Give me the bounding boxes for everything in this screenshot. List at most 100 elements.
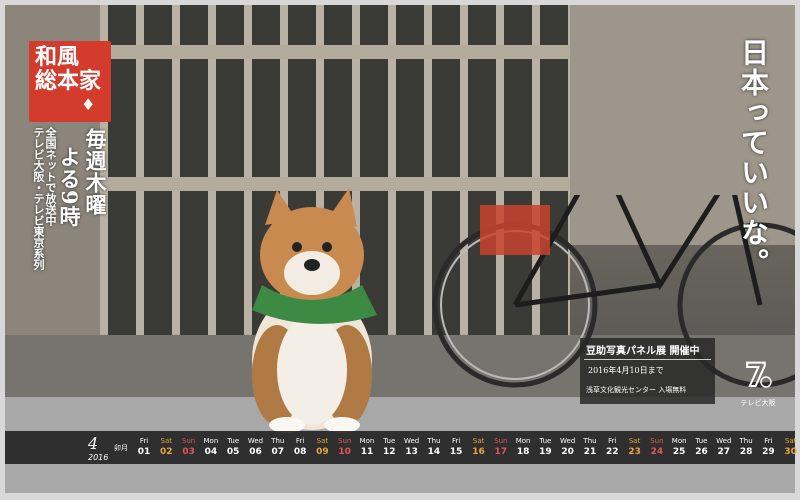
calendar-month-name: 卯月 [114, 444, 128, 452]
calendar-weekday: Sat [628, 437, 641, 445]
calendar-date: 30 [784, 447, 797, 457]
calendar-date: 24 [650, 447, 664, 457]
calendar-weekday: Thu [271, 437, 285, 445]
calendar-day: Thu 28 [735, 437, 757, 458]
calendar-year: 2016 [88, 453, 109, 462]
calendar-day: Tue 12 [378, 437, 400, 458]
calendar-day: Sat 09 [311, 437, 333, 458]
calendar-date: 08 [293, 447, 307, 457]
calendar-day: Fri 01 [133, 437, 155, 458]
calendar-date: 26 [695, 447, 708, 457]
calendar-date: 12 [383, 447, 396, 457]
background-photo [5, 5, 795, 493]
calendar-weekday: Sun [494, 437, 508, 445]
calendar-day: Tue 26 [691, 437, 713, 458]
calendar-weekday: Fri [608, 437, 617, 445]
calendar-day: Sat 02 [155, 437, 177, 458]
calendar-day: Sat 16 [468, 437, 490, 458]
calendar-weekday: Sat [784, 437, 797, 445]
tv-osaka-logo: 7 テレビ大阪 [739, 355, 777, 407]
event-title: 豆助写真パネル展 開催中 [586, 346, 700, 357]
calendar-day: Wed 13 [401, 437, 423, 458]
calendar-day: Thu 07 [267, 437, 289, 458]
calendar-weekday: Thu [739, 437, 753, 445]
calendar-weekday: Sun [338, 437, 352, 445]
shiba-puppy-illustration [252, 188, 377, 433]
calendar-weekday: Sun [650, 437, 664, 445]
calendar-month: 4 [88, 434, 99, 453]
calendar-date: 02 [160, 447, 173, 457]
calendar-date: 16 [472, 447, 485, 457]
calendar-day: Wed 27 [713, 437, 735, 458]
calendar-weekday: Mon [671, 437, 687, 445]
logo-line2: 総本家 [35, 68, 102, 94]
calendar-date: 19 [539, 447, 552, 457]
calendar-weekday: Mon [203, 437, 219, 445]
calendar-date: 25 [672, 447, 686, 457]
broadcast-network: テレビ大阪・テレビ東京系列 [32, 127, 45, 270]
logo-line1: 和風 [35, 44, 80, 70]
calendar-day: Fri 29 [757, 437, 779, 458]
calendar-weekday: Tue [227, 437, 240, 445]
calendar-day: Mon 18 [512, 437, 534, 458]
calendar-weekday: Mon [359, 437, 375, 445]
calendar-day: Wed 20 [557, 437, 579, 458]
calendar-day: Tue 05 [222, 437, 244, 458]
calendar-date: 28 [739, 447, 753, 457]
calendar-weekday: Thu [427, 437, 441, 445]
calendar-day: Thu 21 [579, 437, 601, 458]
broadcast-channel: 全国ネットで放送中 [44, 127, 57, 226]
calendar-weekday: Sat [472, 437, 485, 445]
calendar-day: Sat 23 [624, 437, 646, 458]
calendar-day: Thu 14 [423, 437, 445, 458]
calendar-weekday: Thu [583, 437, 597, 445]
calendar-weekday: Wed [247, 437, 264, 445]
event-notice: 豆助写真パネル展 開催中 2016年4月10日まで 浅草文化観光センター 入場無… [580, 338, 715, 404]
calendar-day: Sun 24 [646, 437, 668, 458]
channel-7-logo-icon: 7 [744, 355, 772, 395]
calendar-date: 21 [583, 447, 597, 457]
show-logo: 和風 総本家 ♦ [29, 41, 111, 122]
calendar-day: Sat 30 [780, 437, 800, 458]
calendar-date: 06 [249, 447, 262, 457]
calendar-date: 15 [449, 447, 463, 457]
calendar-weekday: Sun [181, 437, 196, 445]
broadcast-day: 毎週木曜 [83, 128, 108, 216]
slogan: 日本っていいな。 [737, 38, 770, 278]
calendar-day: Fri 22 [601, 437, 623, 458]
calendar-weekday: Fri [764, 437, 773, 445]
calendar-weekday: Sat [316, 437, 329, 445]
calendar-date: 22 [606, 447, 619, 457]
calendar-date: 11 [360, 447, 374, 457]
wallpaper-frame: 和風 総本家 ♦ テレビ大阪・テレビ東京系列 全国ネットで放送中 毎週木曜 よる… [0, 0, 800, 500]
tv-logo-name: テレビ大阪 [740, 399, 776, 407]
calendar-weekday: Fri [452, 437, 461, 445]
calendar-day: Sun 17 [490, 437, 512, 458]
calendar-date: 09 [316, 447, 329, 457]
lattice-beam [95, 45, 575, 59]
calendar-date: 18 [516, 447, 530, 457]
event-divider [584, 359, 711, 360]
calendar-day: Wed 06 [245, 437, 267, 458]
broadcast-time: よる9時 [57, 146, 82, 228]
calendar-date: 14 [427, 447, 441, 457]
calendar-date: 07 [271, 447, 285, 457]
calendar-weekday: Fri [139, 437, 149, 445]
calendar-weekday: Mon [515, 437, 531, 445]
calendar-day: Mon 11 [356, 437, 378, 458]
calendar-date: 29 [762, 447, 775, 457]
calendar-weekday: Tue [539, 437, 552, 445]
calendar-date: 27 [717, 447, 731, 457]
calendar-day: Mon 04 [200, 437, 222, 458]
calendar-date: 20 [561, 447, 574, 457]
calendar-day: Mon 25 [668, 437, 690, 458]
calendar-weekday: Wed [716, 437, 732, 445]
calendar-date: 05 [226, 447, 240, 457]
calendar-day: Tue 19 [534, 437, 556, 458]
calendar-date: 03 [182, 447, 195, 457]
event-venue: 浅草文化観光センター 入場無料 [586, 386, 687, 394]
calendar-day: Fri 15 [445, 437, 467, 458]
calendar-date: 13 [405, 447, 418, 457]
calendar-date: 01 [137, 447, 151, 457]
calendar-date: 10 [338, 447, 351, 457]
